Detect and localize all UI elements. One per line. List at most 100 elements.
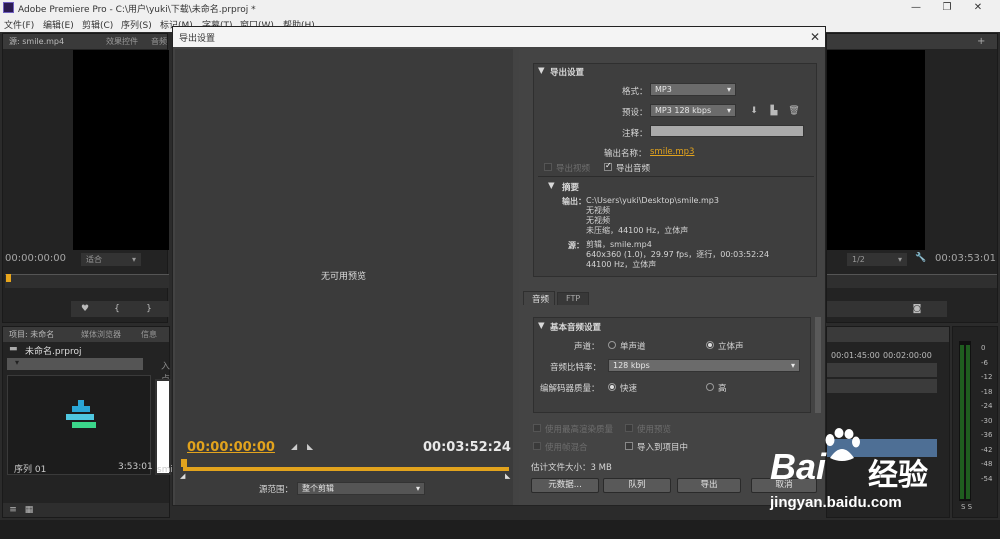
program-monitor-panel: + 1/2 🔧 00:03:53:01 ◙ (826, 33, 998, 323)
delete-preset-icon[interactable]: 🗑 (788, 106, 800, 116)
comment-input[interactable] (650, 125, 804, 137)
import-preset-icon[interactable]: ▙ (768, 106, 780, 116)
program-fit-dropdown[interactable]: 1/2 (847, 253, 907, 266)
close-window-button[interactable]: ✕ (967, 1, 989, 14)
dialog-close-button[interactable]: ✕ (805, 27, 825, 47)
tab-media-browser[interactable]: 媒体浏览器 (81, 329, 121, 340)
menu-clip[interactable]: 剪辑(C) (82, 18, 113, 31)
quality-fast-radio[interactable] (608, 383, 616, 391)
use-preview-checkbox[interactable] (625, 424, 633, 432)
program-timecode[interactable]: 00:03:53:01 (935, 253, 996, 264)
premiere-app-icon (3, 2, 14, 13)
panel-menu-icon[interactable]: + (977, 36, 985, 47)
minimize-button[interactable]: — (905, 1, 927, 14)
export-frame-icon[interactable]: ◙ (911, 304, 923, 314)
menu-file[interactable]: 文件(F) (4, 18, 34, 31)
quality-high-label: 高 (718, 384, 727, 394)
source-range-dropdown[interactable]: 整个剪辑 (297, 482, 425, 495)
timeline-tab-strip (827, 327, 949, 342)
tab-effect-controls[interactable]: 效果控件 (106, 36, 138, 47)
source-playhead[interactable] (6, 274, 11, 282)
export-video-label: 导出视频 (556, 164, 591, 174)
range-end-handle[interactable]: ◣ (505, 472, 510, 480)
export-settings-dialog: 导出设置 ✕ 无可用预览 00:00:00:00 ◢ ◣ 00:03:52:24… (172, 26, 826, 506)
mono-radio[interactable] (608, 341, 616, 349)
range-start-handle[interactable]: ◢ (180, 472, 185, 480)
add-marker-icon[interactable]: ♥ (79, 304, 91, 314)
export-settings-toggle[interactable]: ▼ (538, 66, 545, 76)
export-button[interactable]: 导出 (677, 478, 741, 493)
sequence-icon-block (72, 422, 96, 428)
icon-view-icon[interactable]: ▦ (23, 505, 35, 515)
program-timeline-ruler[interactable] (827, 274, 997, 288)
mark-in-button[interactable]: ◢ (291, 442, 297, 451)
range-bar[interactable] (183, 467, 509, 471)
program-transport-controls: ◙ (827, 301, 947, 317)
settings-scrollbar[interactable] (815, 317, 821, 413)
mark-out-button[interactable]: ◣ (307, 442, 313, 451)
stereo-label: 立体声 (718, 342, 744, 352)
summary-output-line: 未压缩，44100 Hz，立体声 (586, 226, 689, 235)
max-render-quality-checkbox[interactable] (533, 424, 541, 432)
summary-output-line: 无视频 (586, 216, 610, 225)
export-video-checkbox[interactable] (544, 163, 552, 171)
out-timecode[interactable]: 00:03:52:24 (423, 440, 511, 455)
tab-audio-settings[interactable]: 音频 (523, 291, 555, 305)
sequence-name: 序列 01 (14, 465, 47, 475)
program-tab-strip (827, 34, 997, 49)
summary-source-block: 剪辑，smile.mp4 640x360 (1.0)，29.97 fps，逐行，… (586, 240, 769, 270)
list-view-icon[interactable]: ≡ (7, 505, 19, 515)
in-timecode[interactable]: 00:00:00:00 (187, 440, 275, 455)
menu-sequence[interactable]: 序列(S) (121, 18, 152, 31)
settings-wrench-icon[interactable]: 🔧 (915, 253, 926, 263)
tab-audio[interactable]: 音频 (151, 36, 167, 47)
summary-output-line: C:\Users\yuki\Desktop\smile.mp3 (586, 196, 719, 205)
metadata-button[interactable]: 元数据... (531, 478, 599, 493)
source-video-area (73, 50, 169, 250)
timeline-time-2: 00:02:00:00 (883, 351, 932, 360)
settings-pane: ▼ 导出设置 格式： MP3 预设： MP3 128 kbps ⬇ ▙ 🗑 注释… (519, 49, 824, 505)
preset-label: 预设： (622, 108, 648, 118)
import-to-project-checkbox[interactable] (625, 442, 633, 450)
range-playhead[interactable] (181, 459, 187, 467)
mark-out-icon[interactable]: } (143, 304, 155, 314)
stereo-radio[interactable] (706, 341, 714, 349)
baidu-jingyan-text: 经验 (868, 458, 928, 493)
video-track[interactable] (827, 363, 937, 377)
tab-source[interactable]: 源: smile.mp4 (9, 36, 64, 47)
summary-source-label: 源： (568, 241, 584, 250)
video-track[interactable] (827, 379, 937, 393)
summary-header: 摘要 (562, 183, 580, 193)
basic-audio-toggle[interactable]: ▼ (538, 321, 545, 331)
frame-blend-checkbox[interactable] (533, 442, 541, 450)
source-timecode[interactable]: 00:00:00:00 (5, 253, 66, 264)
max-render-quality-label: 使用最高渲染质量 (545, 425, 614, 435)
maximize-button[interactable]: ❐ (936, 1, 958, 14)
source-fit-dropdown[interactable]: 适合 (81, 253, 141, 266)
tab-info[interactable]: 信息 (141, 329, 157, 340)
bitrate-dropdown[interactable]: 128 kbps (608, 359, 800, 372)
export-audio-checkbox[interactable] (604, 161, 612, 171)
meter-tick: 0 (981, 344, 986, 352)
frame-blend-label: 使用帧混合 (545, 443, 588, 453)
menu-edit[interactable]: 编辑(E) (43, 18, 74, 31)
sequence-thumbnail[interactable]: 序列 01 3:53:01 (7, 375, 153, 475)
project-search-field[interactable]: ▾ (7, 358, 143, 370)
queue-button[interactable]: 队列 (603, 478, 671, 493)
source-timeline-ruler[interactable] (5, 274, 169, 288)
output-name-link[interactable]: smile.mp3 (650, 147, 694, 157)
output-name-label: 输出名称： (604, 149, 647, 159)
format-dropdown[interactable]: MP3 (650, 83, 736, 96)
project-tab-strip: 项目: 未命名 媒体浏览器 信息 (3, 327, 169, 342)
dialog-title-bar: 导出设置 ✕ (173, 27, 825, 47)
quality-high-radio[interactable] (706, 383, 714, 391)
tab-ftp[interactable]: FTP (557, 292, 589, 305)
export-audio-label: 导出音频 (616, 164, 651, 174)
save-preset-icon[interactable]: ⬇ (748, 106, 760, 116)
preview-pane: 无可用预览 00:00:00:00 ◢ ◣ 00:03:52:24 ◢ ◣ 源范… (175, 49, 513, 505)
summary-toggle[interactable]: ▼ (548, 181, 555, 191)
tab-project[interactable]: 项目: 未命名 (9, 329, 54, 340)
clip-thumbnail[interactable] (155, 379, 171, 475)
mark-in-icon[interactable]: { (111, 304, 123, 314)
preset-dropdown[interactable]: MP3 128 kbps (650, 104, 736, 117)
